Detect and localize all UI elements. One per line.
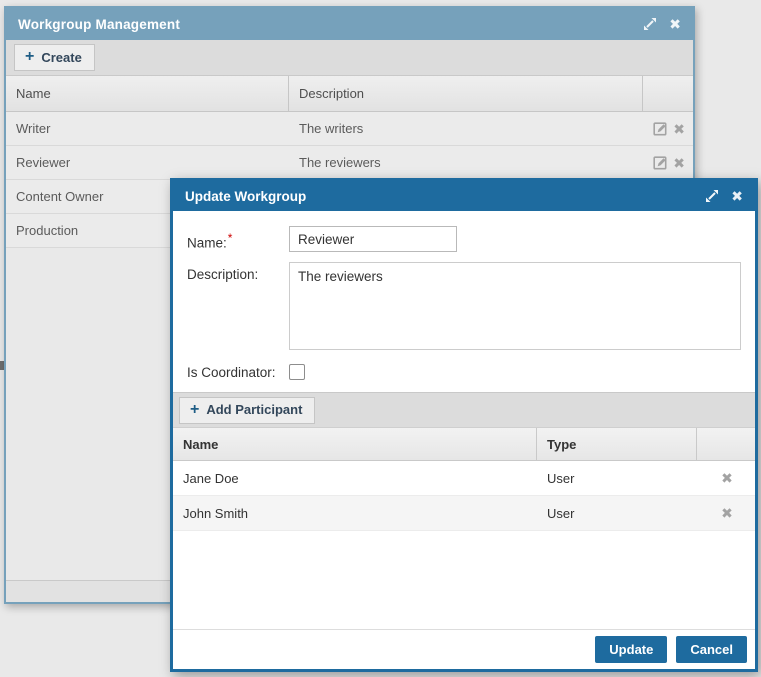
close-icon[interactable]: ✖ (731, 189, 743, 203)
close-icon[interactable]: ✖ (669, 17, 681, 31)
modal-titlebar: Update Workgroup ✖ (173, 181, 755, 211)
workgroup-description-cell: The writers (289, 112, 643, 145)
create-button[interactable]: + Create (14, 44, 95, 71)
delete-icon[interactable]: ✖ (673, 156, 685, 170)
name-field-row: Name:* (187, 226, 741, 252)
participant-row[interactable]: John Smith User ✖ (173, 496, 755, 531)
is-coordinator-checkbox[interactable] (289, 364, 305, 380)
delete-icon[interactable]: ✖ (673, 122, 685, 136)
modal-form: Name:* Description: The reviewers Is Coo… (173, 211, 755, 392)
window-titlebar: Workgroup Management ✖ (6, 8, 693, 40)
row-actions: ✖ (643, 112, 693, 145)
table-row[interactable]: Writer The writers ✖ (6, 112, 693, 146)
plus-icon: + (190, 403, 199, 417)
is-coordinator-label: Is Coordinator: (187, 365, 289, 380)
column-header-name[interactable]: Name (173, 428, 537, 460)
workgroup-name-cell: Writer (6, 112, 289, 145)
remove-participant-icon[interactable]: ✖ (721, 506, 733, 520)
participant-row[interactable]: Jane Doe User ✖ (173, 461, 755, 496)
add-participant-button[interactable]: + Add Participant (179, 397, 315, 424)
participant-type-cell: User (537, 496, 697, 530)
window-title: Workgroup Management (18, 17, 180, 32)
plus-icon: + (25, 50, 34, 64)
is-coordinator-row: Is Coordinator: (187, 364, 741, 380)
required-asterisk: * (228, 231, 233, 245)
row-actions: ✖ (697, 496, 755, 530)
modal-title: Update Workgroup (185, 189, 306, 204)
modal-footer: Update Cancel (173, 629, 755, 669)
name-input[interactable] (289, 226, 457, 252)
participant-name-cell: John Smith (173, 496, 537, 530)
page: Workgroup Management ✖ + Create (0, 0, 761, 677)
window-toolbar: + Create (6, 40, 693, 76)
column-header-description[interactable]: Description (289, 76, 643, 111)
participants-empty-area (173, 531, 755, 629)
workgroup-description-cell: The reviewers (289, 146, 643, 179)
row-actions: ✖ (697, 461, 755, 495)
description-textarea[interactable]: The reviewers (289, 262, 741, 350)
participant-type-cell: User (537, 461, 697, 495)
participants-toolbar: + Add Participant (173, 392, 755, 428)
update-workgroup-modal: Update Workgroup ✖ Name:* (170, 178, 758, 672)
create-button-label: Create (41, 50, 81, 65)
row-actions: ✖ (643, 146, 693, 179)
remove-participant-icon[interactable]: ✖ (721, 471, 733, 485)
name-label: Name:* (187, 226, 289, 251)
modal-titlebar-icons: ✖ (705, 189, 743, 203)
participant-name-cell: Jane Doe (173, 461, 537, 495)
column-header-actions (697, 428, 755, 460)
column-header-actions (643, 76, 693, 111)
cancel-button[interactable]: Cancel (676, 636, 747, 663)
edit-icon[interactable] (653, 121, 668, 136)
table-row[interactable]: Reviewer The reviewers ✖ (6, 146, 693, 180)
description-label: Description: (187, 262, 289, 282)
column-header-name[interactable]: Name (6, 76, 289, 111)
participants-table-header: Name Type (173, 428, 755, 461)
maximize-icon[interactable] (643, 17, 657, 31)
workgroup-name-cell: Reviewer (6, 146, 289, 179)
column-header-type[interactable]: Type (537, 428, 697, 460)
window-titlebar-icons: ✖ (643, 17, 681, 31)
description-field-row: Description: The reviewers (187, 262, 741, 350)
maximize-icon[interactable] (705, 189, 719, 203)
edit-icon[interactable] (653, 155, 668, 170)
update-button[interactable]: Update (595, 636, 667, 663)
add-participant-label: Add Participant (206, 402, 302, 417)
workgroup-table-header: Name Description (6, 76, 693, 112)
